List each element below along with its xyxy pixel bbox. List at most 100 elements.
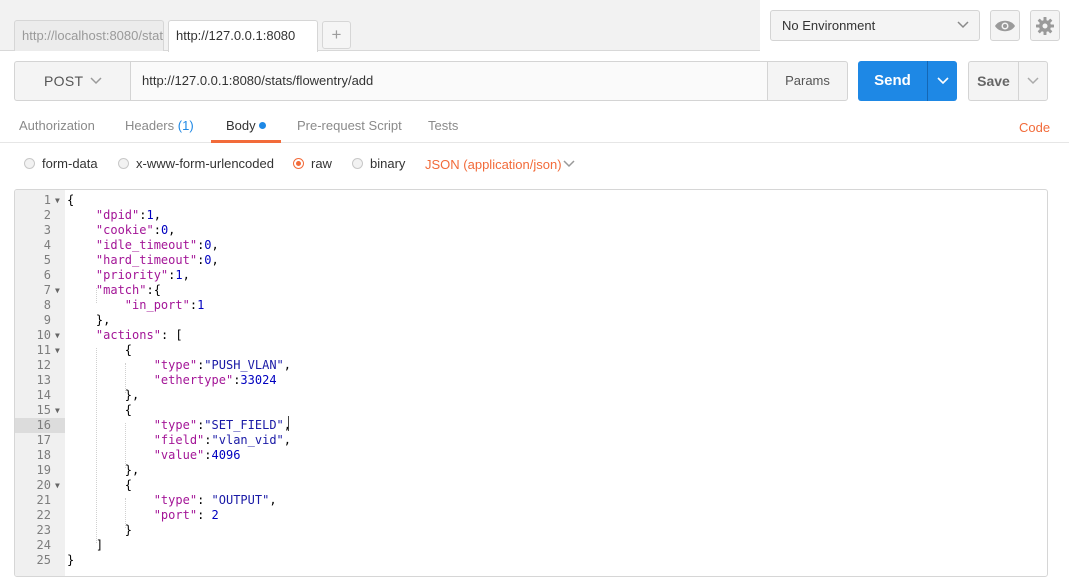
radio-circle-icon	[352, 158, 363, 169]
line-number: 17	[36, 433, 51, 447]
send-button[interactable]: Send	[858, 61, 927, 101]
json-number: 1	[175, 268, 183, 282]
fold-arrow-icon[interactable]: ▼	[55, 193, 65, 208]
code-text: "field":"vlan_vid",	[153, 433, 291, 447]
json-number: 0	[160, 223, 169, 237]
chevron-down-icon	[1027, 77, 1039, 85]
code-line-active: 16 "type":"SET_FIELD",	[15, 418, 1047, 433]
code-text: "type": "OUTPUT",	[153, 493, 277, 507]
headers-count-badge: (1)	[177, 118, 194, 133]
tab-pre-request-script[interactable]: Pre-request Script	[297, 118, 402, 133]
tab-tests[interactable]: Tests	[428, 118, 458, 133]
code-line: 6 "priority":1,	[15, 268, 1047, 283]
active-tab-indicator	[211, 140, 281, 143]
radio-selected-icon	[293, 158, 304, 169]
url-input[interactable]: http://127.0.0.1:8080/stats/flowentry/ad…	[130, 61, 768, 101]
code-line: 20 ▼ {	[15, 478, 1047, 493]
body-editor[interactable]: 1 ▼{ 2 "dpid":1, 3 "cookie":0, 4 "idle_ti…	[14, 189, 1048, 577]
radio-circle-icon	[118, 158, 129, 169]
code-line: 9 },	[15, 313, 1047, 328]
json-number: 33024	[240, 373, 277, 387]
fold-arrow-icon[interactable]: ▼	[55, 283, 65, 298]
environment-quick-look-button[interactable]	[990, 10, 1020, 41]
code-line: 17 "field":"vlan_vid",	[15, 433, 1047, 448]
json-key: "priority"	[95, 268, 169, 282]
tab-authorization[interactable]: Authorization	[19, 118, 95, 133]
params-button[interactable]: Params	[767, 61, 848, 101]
json-key: "in_port"	[124, 298, 190, 312]
code-line: 7 ▼ "match":{	[15, 283, 1047, 298]
code-line: 12 "type":"PUSH_VLAN",	[15, 358, 1047, 373]
fold-arrow-icon[interactable]: ▼	[55, 403, 65, 418]
code-line: 13 "ethertype":33024	[15, 373, 1047, 388]
code-text: {	[67, 193, 75, 207]
environment-select[interactable]: No Environment	[770, 10, 980, 41]
json-key: "type"	[153, 358, 198, 372]
code-text: "actions": [	[95, 328, 183, 342]
generate-code-link[interactable]: Code	[1019, 120, 1050, 135]
code-punct: {	[124, 478, 133, 492]
chevron-down-icon	[957, 11, 969, 51]
code-punct: },	[124, 463, 140, 477]
json-key: "dpid"	[95, 208, 140, 222]
json-number: 1	[146, 208, 154, 222]
code-line: 25}	[15, 553, 1047, 568]
send-options-button[interactable]	[927, 61, 957, 101]
request-tab-active[interactable]: http://127.0.0.1:8080	[168, 20, 318, 52]
radio-raw[interactable]: raw	[293, 156, 332, 171]
new-tab-button[interactable]: +	[322, 21, 351, 49]
radio-form-data-label: form-data	[42, 156, 98, 171]
save-options-button[interactable]	[1018, 61, 1048, 101]
json-number: 4096	[211, 448, 241, 462]
radio-urlencoded-label: x-www-form-urlencoded	[136, 156, 274, 171]
radio-circle-icon	[24, 158, 35, 169]
code-text: {	[67, 403, 132, 418]
line-number: 21	[36, 493, 51, 507]
method-select[interactable]: POST	[14, 61, 130, 101]
radio-binary[interactable]: binary	[352, 156, 405, 171]
tab-body[interactable]: Body	[226, 118, 266, 133]
json-key: "actions"	[95, 328, 161, 342]
line-number: 25	[36, 553, 51, 567]
code-line: 14 },	[15, 388, 1047, 403]
request-tab-localhost[interactable]: http://localhost:8080/stat	[14, 20, 164, 51]
code-line: 22 "port": 2	[15, 508, 1047, 523]
code-line: 5 "hard_timeout":0,	[15, 253, 1047, 268]
code-text: "hard_timeout":0,	[95, 253, 219, 267]
line-number: 8	[43, 298, 51, 312]
json-key: "type"	[153, 493, 198, 507]
radio-x-www-form-urlencoded[interactable]: x-www-form-urlencoded	[118, 156, 274, 171]
tab-headers[interactable]: Headers (1)	[125, 118, 194, 133]
json-number: 0	[204, 238, 212, 252]
json-key: "ethertype"	[153, 373, 234, 387]
fold-arrow-icon[interactable]: ▼	[55, 478, 65, 493]
line-number: 16	[15, 418, 65, 433]
json-number: 2	[211, 508, 219, 522]
code-text: "type":"SET_FIELD",	[153, 418, 291, 432]
code-line: 21 "type": "OUTPUT",	[15, 493, 1047, 508]
line-number: 23	[36, 523, 51, 537]
line-number: 14	[36, 388, 51, 402]
code-line: 3 "cookie":0,	[15, 223, 1047, 238]
json-key: "match"	[95, 283, 147, 297]
json-key: "value"	[153, 448, 205, 462]
json-key: "hard_timeout"	[95, 253, 198, 267]
chevron-down-icon[interactable]	[563, 156, 575, 175]
code-punct: },	[95, 313, 111, 327]
fold-arrow-icon[interactable]: ▼	[55, 328, 65, 343]
text-cursor	[288, 416, 289, 431]
code-text: "port": 2	[153, 508, 219, 522]
code-text: ]	[67, 538, 103, 553]
code-text: }	[67, 553, 75, 567]
manage-environments-button[interactable]	[1030, 10, 1060, 41]
line-number: 6	[43, 268, 51, 282]
json-string: "vlan_vid"	[211, 433, 284, 447]
method-label: POST	[44, 73, 84, 89]
content-type-select[interactable]: JSON (application/json)	[425, 157, 562, 172]
line-number: 9	[43, 313, 51, 327]
fold-arrow-icon[interactable]: ▼	[55, 343, 65, 358]
save-button[interactable]: Save	[968, 61, 1018, 101]
radio-form-data[interactable]: form-data	[24, 156, 98, 171]
tab-headers-label: Headers	[125, 118, 175, 133]
radio-raw-label: raw	[311, 156, 332, 171]
